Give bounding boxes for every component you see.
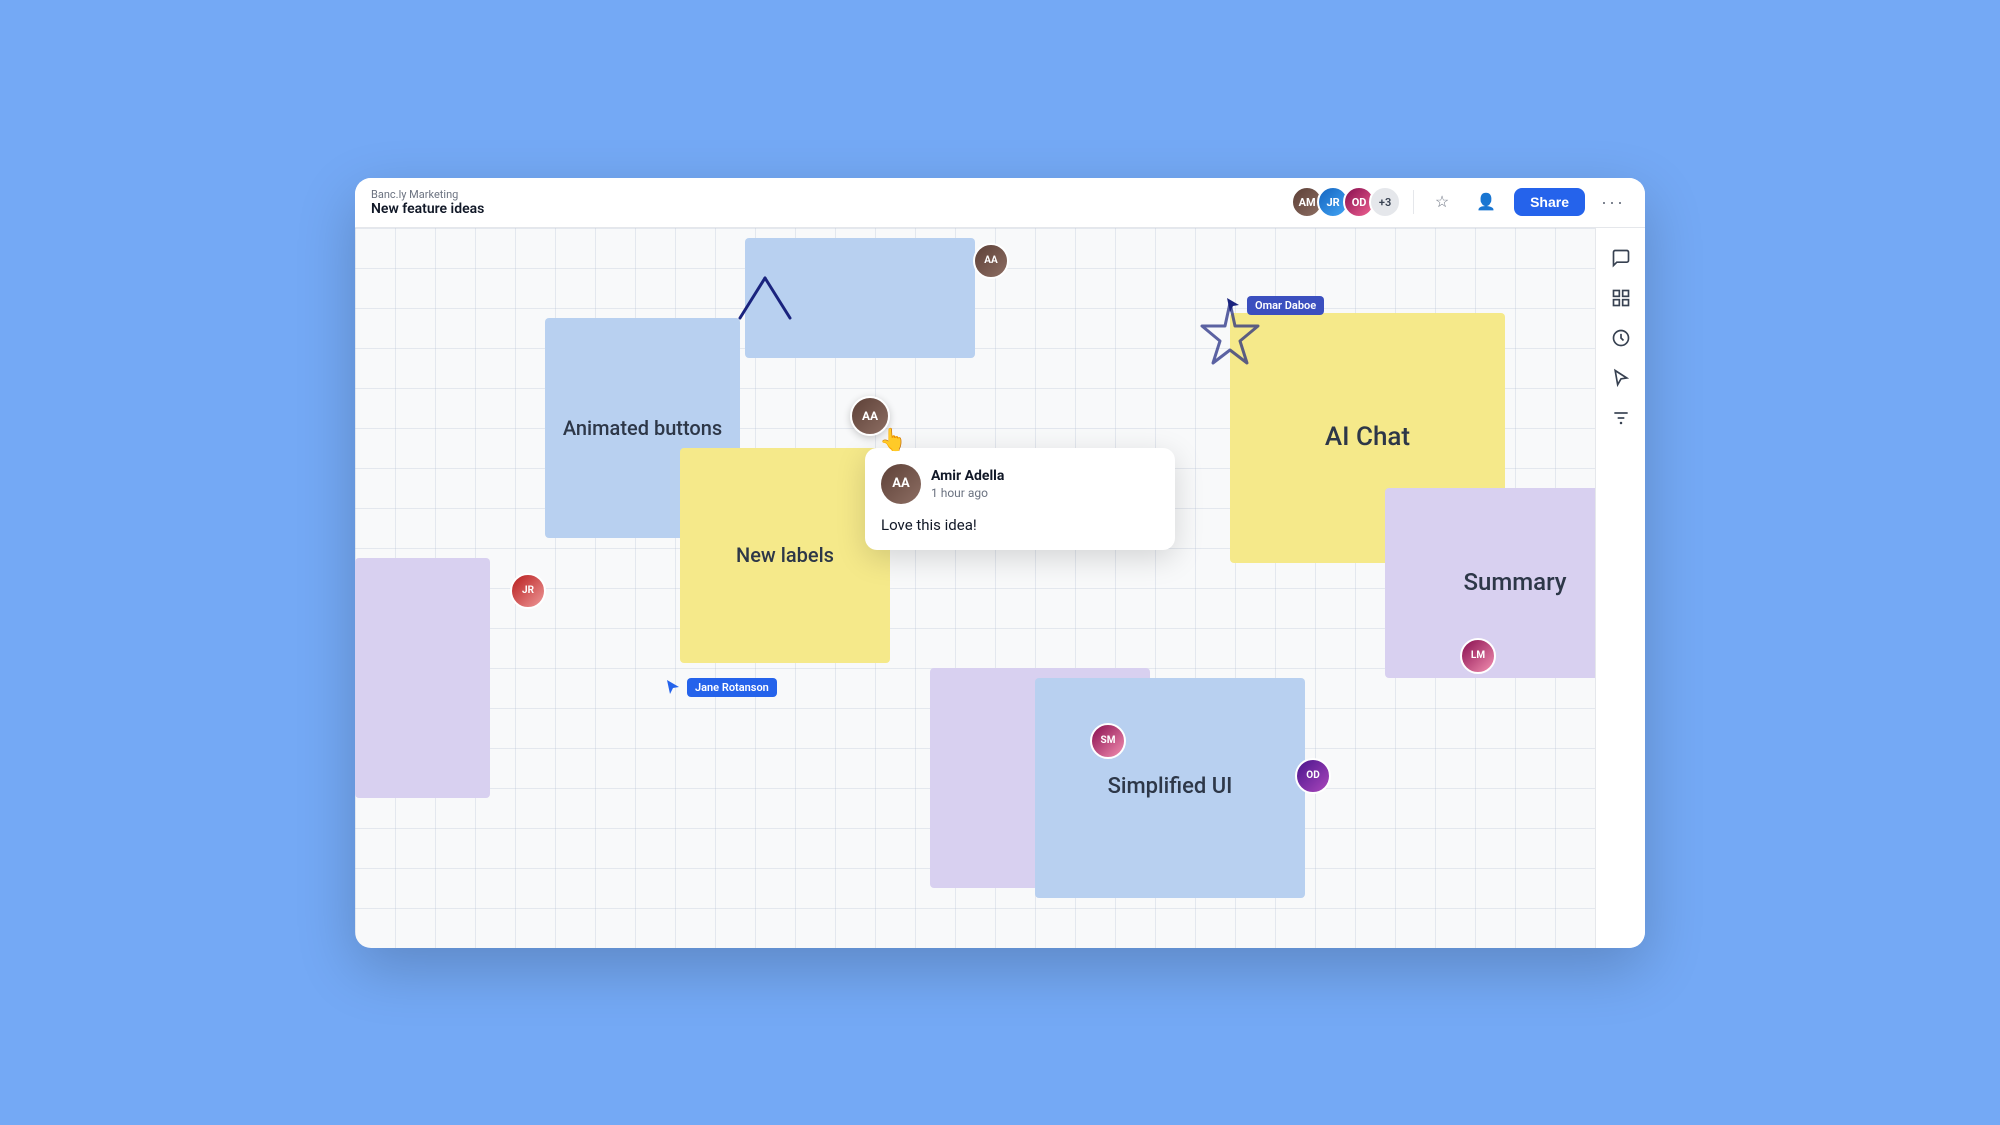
note-new-labels[interactable]: New labels — [680, 448, 890, 663]
comment-user-info: Amir Adella 1 hour ago — [931, 468, 1004, 500]
timer-toolbar-button[interactable] — [1603, 320, 1639, 356]
right-toolbar — [1595, 228, 1645, 948]
note-purple-left[interactable] — [355, 558, 490, 798]
filter-toolbar-button[interactable] — [1603, 400, 1639, 436]
breadcrumb-parent: Banc.ly Marketing — [371, 188, 1291, 201]
avatars-group: AM JR OD +3 — [1291, 186, 1401, 218]
header: Banc.ly Marketing New feature ideas AM J… — [355, 178, 1645, 228]
breadcrumb: Banc.ly Marketing New feature ideas — [371, 188, 1291, 217]
hand-cursor-icon: 👆 — [879, 428, 906, 453]
omar-cursor: Omar Daboe — [1225, 296, 1324, 315]
canvas-avatar-summary[interactable]: LM — [1460, 638, 1496, 674]
note-simplified-ui[interactable]: Simplified UI — [1035, 678, 1305, 898]
avatar-count[interactable]: +3 — [1369, 186, 1401, 218]
comment-avatar: AA — [881, 464, 921, 504]
omar-name-tag: Omar Daboe — [1247, 296, 1324, 315]
star-button[interactable]: ☆ — [1426, 186, 1458, 218]
canvas-avatar-simplified[interactable]: SM — [1090, 723, 1126, 759]
pencil-decoration — [710, 268, 810, 332]
layout-toolbar-button[interactable] — [1603, 280, 1639, 316]
header-right: AM JR OD +3 ☆ 👤 Share ··· — [1291, 186, 1629, 218]
cursor-arrow-icon — [1225, 296, 1241, 314]
share-button[interactable]: Share — [1514, 188, 1585, 216]
jane-cursor-arrow-icon — [665, 678, 681, 696]
comment-toolbar-button[interactable] — [1603, 240, 1639, 276]
comment-popup[interactable]: AA 👆 AA Amir Adella 1 hour ago Love this… — [865, 448, 1175, 550]
canvas-avatar-top[interactable]: AA — [973, 243, 1009, 279]
canvas-avatar-bottom-right[interactable]: OD — [1295, 758, 1331, 794]
app-window: Banc.ly Marketing New feature ideas AM J… — [355, 178, 1645, 948]
comment-header: AA Amir Adella 1 hour ago — [881, 464, 1159, 504]
canvas-avatar-left[interactable]: JR — [510, 573, 546, 609]
jane-cursor: Jane Rotanson — [665, 678, 777, 697]
breadcrumb-title: New feature ideas — [371, 201, 1291, 217]
comment-time: 1 hour ago — [931, 486, 1004, 500]
more-options-button[interactable]: ··· — [1597, 186, 1629, 218]
header-divider — [1413, 190, 1414, 214]
jane-name-tag: Jane Rotanson — [687, 678, 777, 697]
comment-text: Love this idea! — [881, 516, 1159, 534]
comment-user-name: Amir Adella — [931, 468, 1004, 484]
profile-button[interactable]: 👤 — [1470, 186, 1502, 218]
cursor-toolbar-button[interactable] — [1603, 360, 1639, 396]
